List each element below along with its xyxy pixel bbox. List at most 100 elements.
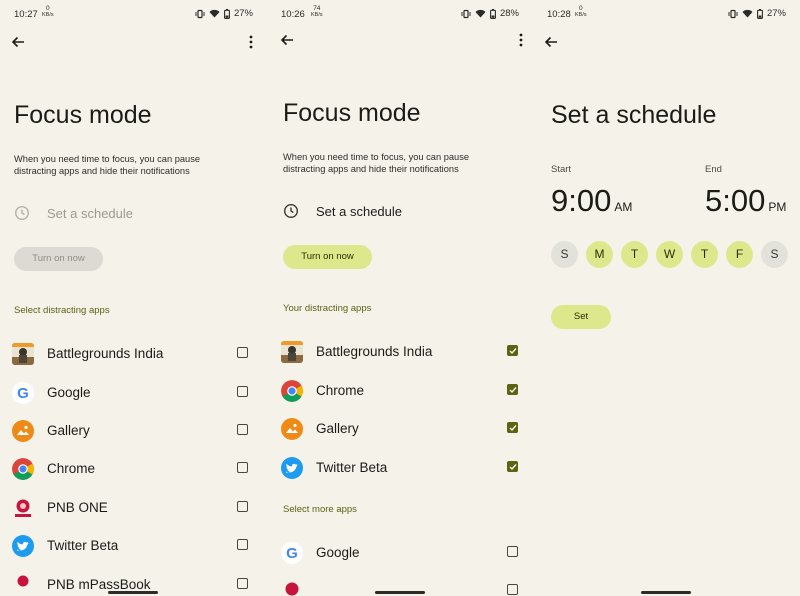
set-button[interactable]: Set — [551, 305, 611, 329]
app-checkbox[interactable] — [237, 501, 248, 512]
status-bar: 10:27 0 KB/s 27% — [0, 0, 267, 28]
end-time: 5:00 — [705, 183, 766, 218]
battery-icon — [757, 8, 763, 19]
google-icon: G — [12, 382, 34, 404]
app-checkbox-checked[interactable] — [507, 422, 518, 433]
app-checkbox[interactable] — [507, 546, 518, 557]
app-name: Battlegrounds India — [316, 344, 433, 359]
chrome-icon — [281, 380, 303, 402]
app-row-battlegrounds[interactable]: Battlegrounds India — [0, 343, 267, 381]
start-label: Start — [551, 164, 572, 175]
network-speed: 0 KB/s — [575, 5, 587, 18]
app-checkbox[interactable] — [237, 386, 248, 397]
page-description: When you need time to focus, you can pau… — [14, 154, 201, 176]
gallery-icon — [12, 420, 34, 442]
home-indicator[interactable] — [108, 591, 158, 594]
app-row-battlegrounds[interactable]: Battlegrounds India — [267, 341, 533, 379]
status-icons: 27% — [195, 8, 253, 19]
wifi-icon — [475, 9, 486, 18]
app-row-twitter-beta[interactable]: Twitter Beta — [267, 457, 533, 495]
network-speed: 74 KB/s — [311, 5, 323, 18]
page-title: Focus mode — [14, 101, 152, 129]
app-name: Gallery — [316, 421, 359, 436]
start-ampm: AM — [614, 200, 633, 214]
network-speed: 0 KB/s — [42, 5, 54, 18]
app-row-gallery[interactable]: Gallery — [0, 420, 267, 458]
set-schedule-row[interactable]: Set a schedule — [47, 206, 133, 221]
clock-icon — [283, 203, 299, 219]
home-indicator[interactable] — [375, 591, 425, 594]
app-row-pnb-one[interactable]: PNB ONE — [0, 497, 267, 535]
wifi-icon — [209, 9, 220, 18]
clock-icon — [14, 205, 30, 221]
app-name: Twitter Beta — [316, 460, 388, 475]
status-bar: 10:26 74 KB/s 28% — [267, 0, 533, 28]
app-row-twitter-beta[interactable]: Twitter Beta — [0, 535, 267, 573]
page-title: Focus mode — [283, 99, 421, 127]
section-label: Select distracting apps — [14, 305, 110, 316]
vibrate-icon — [461, 9, 471, 18]
battery-percent: 27% — [233, 8, 253, 19]
day-toggle-tuesday[interactable]: T — [621, 241, 648, 268]
screen-focus-mode-off: 10:27 0 KB/s 27% Focus mode When you need… — [0, 0, 267, 596]
app-checkbox-checked[interactable] — [507, 345, 518, 356]
app-row-gallery[interactable]: Gallery — [267, 418, 533, 456]
app-row-google[interactable]: G Google — [0, 382, 267, 420]
status-time: 10:27 — [14, 9, 38, 20]
day-toggle-sunday[interactable]: S — [551, 241, 578, 268]
app-checkbox[interactable] — [237, 578, 248, 589]
day-toggle-saturday[interactable]: S — [761, 241, 788, 268]
start-time-picker[interactable]: 9:00 AM — [551, 183, 632, 219]
home-indicator[interactable] — [641, 591, 691, 594]
turn-on-now-button[interactable]: Turn on now — [14, 247, 103, 271]
app-checkbox[interactable] — [507, 584, 518, 595]
turn-on-now-button[interactable]: Turn on now — [283, 245, 372, 269]
start-time: 9:00 — [551, 183, 612, 218]
day-toggle-thursday[interactable]: T — [691, 241, 718, 268]
battery-percent: 28% — [499, 8, 519, 19]
more-options-icon[interactable] — [248, 34, 254, 50]
status-time: 10:26 — [281, 9, 305, 20]
app-name: Google — [47, 385, 91, 400]
battery-icon — [490, 8, 496, 19]
chrome-icon — [12, 458, 34, 480]
app-checkbox[interactable] — [237, 539, 248, 550]
end-ampm: PM — [768, 200, 787, 214]
battery-icon — [224, 8, 230, 19]
more-options-icon[interactable] — [518, 32, 524, 48]
app-name: Twitter Beta — [47, 538, 119, 553]
twitter-icon — [12, 535, 34, 557]
app-name: Chrome — [316, 383, 365, 398]
status-bar: 10:28 0 KB/s 27% — [533, 0, 800, 28]
set-schedule-row[interactable]: Set a schedule — [316, 204, 402, 219]
end-time-picker[interactable]: 5:00 PM — [705, 183, 786, 219]
day-toggle-monday[interactable]: M — [586, 241, 613, 268]
app-name: PNB mPassBook — [47, 577, 151, 592]
app-checkbox[interactable] — [237, 462, 248, 473]
app-name: Google — [316, 545, 360, 560]
page-title: Set a schedule — [551, 101, 717, 129]
app-row-chrome[interactable]: Chrome — [267, 380, 533, 418]
gallery-icon — [281, 418, 303, 440]
back-arrow-icon[interactable] — [9, 33, 27, 51]
twitter-icon — [281, 457, 303, 479]
app-checkbox[interactable] — [237, 347, 248, 358]
app-name: Gallery — [47, 423, 90, 438]
day-toggle-friday[interactable]: F — [726, 241, 753, 268]
back-arrow-icon[interactable] — [542, 33, 560, 51]
status-time: 10:28 — [547, 9, 571, 20]
app-name: Battlegrounds India — [47, 346, 164, 361]
day-toggle-wednesday[interactable]: W — [656, 241, 683, 268]
app-row-chrome[interactable]: Chrome — [0, 458, 267, 496]
screen-focus-mode-apps-selected: 10:26 74 KB/s 28% Focus mode When you nee… — [267, 0, 533, 596]
app-checkbox-checked[interactable] — [507, 384, 518, 395]
google-icon: G — [281, 542, 303, 564]
more-section-label: Select more apps — [283, 504, 357, 515]
app-checkbox-checked[interactable] — [507, 461, 518, 472]
end-label: End — [705, 164, 722, 175]
back-arrow-icon[interactable] — [278, 31, 296, 49]
app-checkbox[interactable] — [237, 424, 248, 435]
battlegrounds-icon — [281, 341, 303, 363]
app-row-google[interactable]: G Google — [267, 542, 533, 580]
section-label: Your distracting apps — [283, 303, 372, 314]
